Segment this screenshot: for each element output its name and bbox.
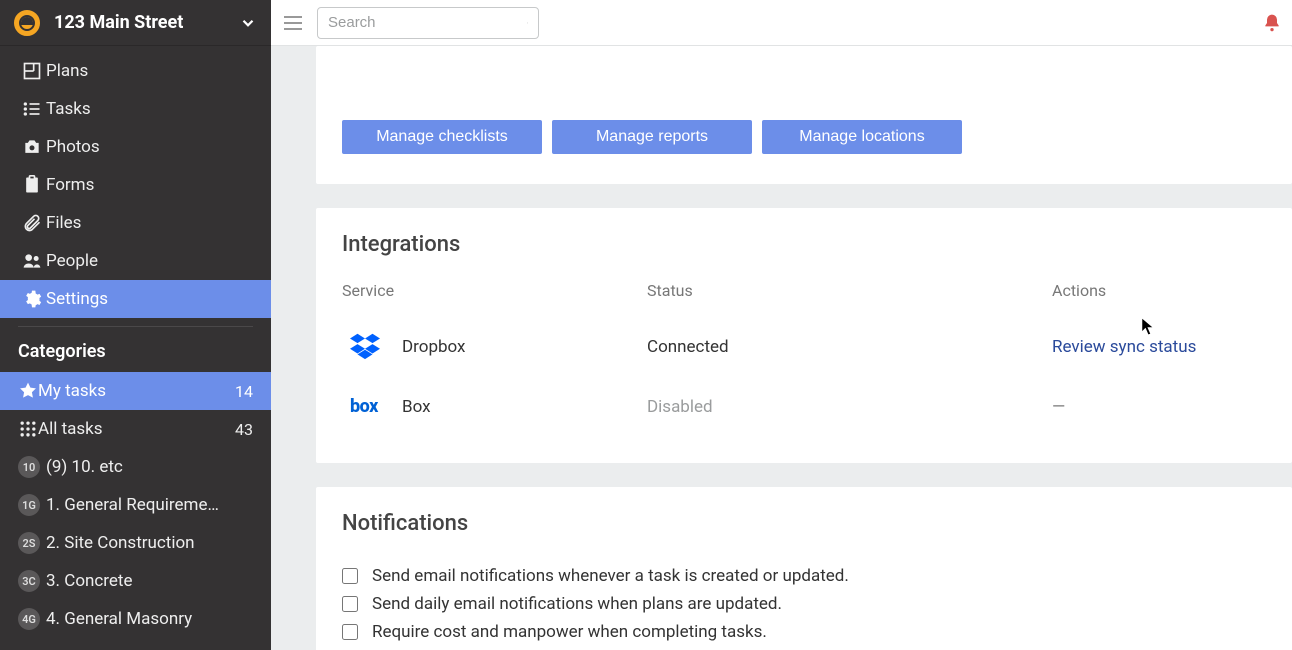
project-switcher[interactable]: 123 Main Street bbox=[0, 0, 271, 46]
category-count: 14 bbox=[235, 382, 253, 401]
grid-icon bbox=[18, 419, 38, 439]
integration-name: Dropbox bbox=[402, 337, 647, 357]
nav-item-photos[interactable]: Photos bbox=[0, 128, 271, 166]
nav-item-forms[interactable]: Forms bbox=[0, 166, 271, 204]
notification-label: Send daily email notifications when plan… bbox=[372, 594, 782, 614]
topbar bbox=[271, 0, 1292, 46]
notifications-bell-icon[interactable] bbox=[1262, 12, 1282, 34]
nav-label: Files bbox=[46, 213, 81, 233]
notification-label: Send email notifications whenever a task… bbox=[372, 566, 849, 586]
nav-label: Settings bbox=[46, 289, 108, 309]
category-item[interactable]: All tasks 43 bbox=[0, 410, 271, 448]
integration-status: Disabled bbox=[647, 397, 1052, 417]
dropbox-logo-icon bbox=[350, 330, 380, 364]
app-logo-icon bbox=[14, 10, 40, 36]
category-label: My tasks bbox=[38, 381, 227, 401]
search-icon[interactable] bbox=[527, 13, 528, 33]
notification-option: Send daily email notifications when plan… bbox=[342, 590, 1266, 618]
category-count: 43 bbox=[235, 420, 253, 439]
nav-label: Forms bbox=[46, 175, 94, 195]
manage-reports-button[interactable]: Manage reports bbox=[552, 120, 752, 154]
category-item[interactable]: My tasks 14 bbox=[0, 372, 271, 410]
list-icon bbox=[18, 99, 46, 119]
integration-row: Dropbox Connected Review sync status bbox=[342, 314, 1266, 380]
integrations-card: Integrations Service Status Actions Drop… bbox=[316, 208, 1292, 463]
category-item[interactable]: 3C 3. Concrete bbox=[0, 562, 271, 600]
primary-nav: Plans Tasks Photos Forms Files People Se… bbox=[0, 46, 271, 318]
category-label: All tasks bbox=[38, 419, 227, 439]
menu-toggle-icon[interactable] bbox=[281, 11, 305, 35]
categories-list: My tasks 14 All tasks 43 10 (9) 10. etc 1G 1. G… bbox=[0, 372, 271, 638]
notifications-title: Notifications bbox=[342, 511, 1266, 536]
category-item[interactable]: 2S 2. Site Construction bbox=[0, 524, 271, 562]
divider bbox=[18, 326, 253, 327]
nav-item-tasks[interactable]: Tasks bbox=[0, 90, 271, 128]
main-area: Manage checklists Manage reports Manage … bbox=[271, 0, 1292, 650]
manage-locations-button[interactable]: Manage locations bbox=[762, 120, 962, 154]
nav-label: Photos bbox=[46, 137, 100, 157]
box-logo-icon: box bbox=[350, 396, 378, 417]
notification-checkbox[interactable] bbox=[342, 596, 358, 612]
category-badge: 1G bbox=[18, 494, 40, 516]
integration-status: Connected bbox=[647, 337, 1052, 357]
search-input[interactable] bbox=[328, 14, 527, 31]
gear-icon bbox=[18, 289, 46, 309]
category-badge: 10 bbox=[18, 456, 40, 478]
nav-item-plans[interactable]: Plans bbox=[0, 52, 271, 90]
integration-action: — bbox=[1052, 397, 1266, 417]
integrations-header-row: Service Status Actions bbox=[342, 277, 1266, 314]
clipboard-icon bbox=[18, 175, 46, 195]
category-badge: 2S bbox=[18, 532, 40, 554]
integrations-title: Integrations bbox=[342, 232, 1266, 257]
people-icon bbox=[18, 251, 46, 271]
star-icon bbox=[18, 381, 38, 401]
review-sync-status-link[interactable]: Review sync status bbox=[1052, 337, 1196, 357]
integration-name: Box bbox=[402, 397, 647, 417]
integration-row: box Box Disabled — bbox=[342, 380, 1266, 433]
category-label: 3. Concrete bbox=[46, 571, 245, 591]
notification-option: Send email notifications whenever a task… bbox=[342, 562, 1266, 590]
category-item[interactable]: 1G 1. General Requireme… bbox=[0, 486, 271, 524]
sidebar: 123 Main Street Plans Tasks Photos Forms… bbox=[0, 0, 271, 650]
nav-item-people[interactable]: People bbox=[0, 242, 271, 280]
category-label: 1. General Requireme… bbox=[46, 495, 245, 515]
header-actions: Actions bbox=[1052, 281, 1266, 300]
category-label: 2. Site Construction bbox=[46, 533, 245, 553]
nav-item-settings[interactable]: Settings bbox=[0, 280, 271, 318]
notifications-card: Notifications Send email notifications w… bbox=[316, 487, 1292, 650]
category-label: 4. General Masonry bbox=[46, 609, 245, 629]
category-item[interactable]: 4G 4. General Masonry bbox=[0, 600, 271, 638]
category-badge: 4G bbox=[18, 608, 40, 630]
content-scroll[interactable]: Manage checklists Manage reports Manage … bbox=[271, 46, 1292, 650]
project-title: 123 Main Street bbox=[54, 12, 239, 33]
category-item[interactable]: 10 (9) 10. etc bbox=[0, 448, 271, 486]
header-service: Service bbox=[342, 281, 647, 300]
integration-action: Review sync status bbox=[1052, 337, 1266, 357]
paperclip-icon bbox=[18, 213, 46, 233]
manage-checklists-button[interactable]: Manage checklists bbox=[342, 120, 542, 154]
nav-label: Tasks bbox=[46, 99, 91, 119]
no-action-dash: — bbox=[1052, 397, 1065, 417]
chevron-down-icon bbox=[239, 14, 257, 32]
category-badge: 3C bbox=[18, 570, 40, 592]
nav-label: People bbox=[46, 251, 98, 271]
manage-card: Manage checklists Manage reports Manage … bbox=[316, 46, 1292, 184]
notification-option: Require cost and manpower when completin… bbox=[342, 618, 1266, 646]
search-field[interactable] bbox=[317, 7, 539, 39]
category-label: (9) 10. etc bbox=[46, 457, 245, 477]
header-status: Status bbox=[647, 281, 1052, 300]
notification-checkbox[interactable] bbox=[342, 624, 358, 640]
floorplan-icon bbox=[18, 61, 46, 81]
notification-checkbox[interactable] bbox=[342, 568, 358, 584]
nav-item-files[interactable]: Files bbox=[0, 204, 271, 242]
categories-heading: Categories bbox=[0, 335, 271, 372]
nav-label: Plans bbox=[46, 61, 88, 81]
camera-icon bbox=[18, 137, 46, 157]
notification-label: Require cost and manpower when completin… bbox=[372, 622, 767, 642]
